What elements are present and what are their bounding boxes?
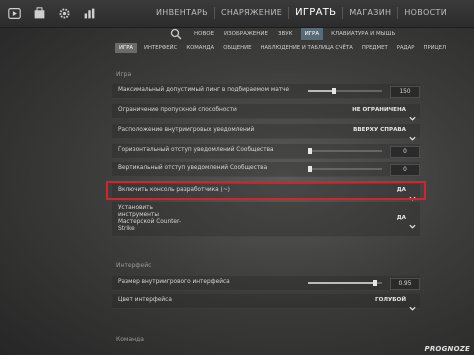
slider-knob[interactable] [308, 148, 312, 154]
section-title-game: Игра [116, 71, 132, 78]
notif-position-label: Расположение внутриигровых уведомлений [118, 127, 255, 133]
gear-icon[interactable] [56, 5, 72, 21]
cat-game[interactable]: ИГРА [115, 43, 138, 53]
v-offset-input[interactable]: 0 [390, 164, 420, 176]
tab-keyboard-mouse[interactable]: КЛАВИАТУРА И МЫШЬ [329, 28, 397, 40]
v-offset-label: Вертикальный отступ уведомлений Сообщест… [118, 165, 268, 171]
cat-interface[interactable]: ИНТЕРФЕЙС [142, 43, 179, 53]
nav-inventory[interactable]: ИНВЕНТАРЬ [150, 7, 215, 19]
tab-audio[interactable]: ЗВУК [276, 28, 295, 40]
highlight-frame [106, 181, 426, 200]
row-vertical-offset: Вертикальный отступ уведомлений Сообщест… [112, 162, 420, 177]
cat-crosshair[interactable]: ПРИЦЕЛ [422, 43, 449, 53]
chevron-down-icon[interactable] [409, 297, 416, 311]
chart-icon[interactable] [81, 5, 97, 21]
nav-store[interactable]: МАГАЗИН [343, 7, 399, 19]
h-offset-slider[interactable] [308, 148, 382, 154]
row-horizontal-offset: Горизонтальный отступ уведомлений Сообще… [112, 144, 420, 159]
chevron-down-icon[interactable] [409, 127, 416, 141]
max-ping-input[interactable]: 150 [390, 86, 420, 98]
install-tools-line: Мастерской Counter- [118, 219, 182, 225]
max-ping-label: Максимальный допустимый пинг в подбираем… [118, 87, 290, 93]
row-max-ping: Максимальный допустимый пинг в подбираем… [112, 84, 420, 99]
install-tools-line: инструменты [118, 212, 159, 218]
row-hud-color[interactable]: Цвет интерфейса ГОЛУБОЙ [112, 294, 420, 311]
row-bandwidth[interactable]: Ограничение пропускной способности НЕ ОГ… [112, 104, 420, 121]
hud-size-slider[interactable] [308, 280, 382, 286]
row-notification-position[interactable]: Расположение внутриигровых уведомлений В… [112, 124, 420, 141]
tab-game[interactable]: ИГРА [300, 28, 324, 40]
slider-fill [308, 282, 375, 284]
nav-loadout[interactable]: СНАРЯЖЕНИЕ [215, 7, 290, 19]
tab-new[interactable]: НОВОЕ [192, 28, 216, 40]
install-tools-line: Strike [118, 226, 135, 232]
play-icon[interactable] [6, 5, 22, 21]
inventory-box-icon[interactable] [31, 5, 47, 21]
slider-knob[interactable] [372, 280, 377, 286]
nav-play[interactable]: ИГРАТЬ [289, 7, 344, 19]
slider-fill [308, 90, 334, 92]
install-tools-value[interactable]: ДА [397, 215, 406, 221]
v-offset-slider[interactable] [308, 166, 382, 172]
max-ping-slider[interactable] [308, 88, 382, 94]
main-nav: ИНВЕНТАРЬ СНАРЯЖЕНИЕ ИГРАТЬ МАГАЗИН НОВО… [150, 7, 453, 19]
slider-knob[interactable] [308, 166, 312, 172]
category-tabs: ИГРА ИНТЕРФЕЙС КОМАНДА ОБЩЕНИЕ НАБЛЮДЕНИ… [115, 42, 446, 54]
tab-video[interactable]: ИЗОБРАЖЕНИЕ [222, 28, 270, 40]
row-hud-size: Размер внутриигрового интерфейса 0.95 [112, 276, 420, 291]
chevron-down-icon[interactable] [409, 107, 416, 121]
hud-color-label: Цвет интерфейса [118, 297, 172, 303]
bandwidth-label: Ограничение пропускной способности [118, 107, 237, 113]
section-title-interface: Интерфейс [116, 262, 152, 269]
top-bar: ИНВЕНТАРЬ СНАРЯЖЕНИЕ ИГРАТЬ МАГАЗИН НОВО… [0, 0, 474, 28]
notif-position-value[interactable]: ВВЕРХУ СПРАВА [353, 127, 406, 133]
settings-tabs: НОВОЕ ИЗОБРАЖЕНИЕ ЗВУК ИГРА КЛАВИАТУРА И… [170, 28, 397, 40]
hud-size-input[interactable]: 0.95 [390, 278, 420, 290]
cat-communication[interactable]: ОБЩЕНИЕ [221, 43, 253, 53]
h-offset-label: Горизонтальный отступ уведомлений Сообще… [118, 147, 274, 153]
cat-item[interactable]: ПРЕДМЕТ [360, 43, 390, 53]
chevron-down-icon[interactable] [409, 215, 416, 229]
cat-team[interactable]: КОМАНДА [184, 43, 216, 53]
top-icons [6, 5, 97, 21]
bandwidth-value[interactable]: НЕ ОГРАНИЧЕНА [352, 107, 406, 113]
hud-size-label: Размер внутриигрового интерфейса [118, 279, 230, 285]
section-title-team: Команда [116, 336, 144, 343]
install-tools-line: Установить [118, 205, 153, 211]
settings-panel: Игра Максимальный допустимый пинг в подб… [112, 62, 422, 355]
nav-news[interactable]: НОВОСТИ [398, 7, 453, 19]
watermark-text: PROGNOZE [424, 345, 470, 353]
slider-knob[interactable] [331, 88, 336, 94]
cat-spectator[interactable]: НАБЛЮДЕНИЕ И ТАБЛИЦА СЧЁТА [258, 43, 354, 53]
install-tools-label: Установить инструменты Мастерской Counte… [118, 205, 181, 233]
h-offset-input[interactable]: 0 [390, 146, 420, 158]
hud-color-value[interactable]: ГОЛУБОЙ [375, 297, 406, 303]
search-icon[interactable] [170, 28, 182, 40]
cat-radar[interactable]: РАДАР [395, 43, 417, 53]
row-install-workshop-tools[interactable]: Установить инструменты Мастерской Counte… [112, 202, 420, 237]
